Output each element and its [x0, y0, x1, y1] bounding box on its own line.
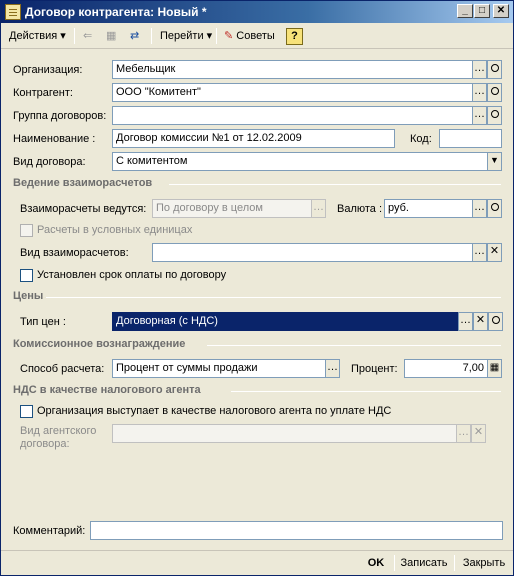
toolbar: Действия ▾ ⇐ ▦ ⇄ Перейти ▾ ✎ Советы ? [1, 24, 513, 49]
calc-method-input[interactable]: Процент от суммы продажи [112, 359, 326, 378]
button-separator [394, 555, 395, 571]
agent-contract-kind-label-line1: Вид агентского [20, 425, 97, 437]
contractor-input[interactable]: ООО "Комитент" [112, 83, 473, 102]
org-label: Организация: [13, 64, 83, 76]
actions-label: Действия [9, 30, 58, 42]
currency-input[interactable]: руб. [384, 199, 473, 218]
form-body: Организация: Мебельщик … Контрагент: ООО… [1, 50, 513, 550]
settlement-kind-select-button[interactable]: … [472, 243, 487, 262]
price-type-search-button[interactable] [488, 312, 503, 331]
chevron-down-icon[interactable]: ▼ [487, 152, 502, 171]
minimize-button[interactable]: _ [457, 4, 473, 18]
toolbar-separator [216, 28, 217, 44]
payment-term-checkbox[interactable] [20, 269, 33, 282]
goto-label: Перейти [160, 30, 204, 42]
org-input[interactable]: Мебельщик [112, 60, 473, 79]
search-icon [491, 316, 500, 324]
toolbar-separator [151, 28, 152, 44]
close-window-button[interactable]: ✕ [493, 4, 509, 18]
search-icon [490, 203, 499, 211]
settlements-conducted-input[interactable]: По договору в целом [152, 199, 312, 218]
conventional-units-checkbox[interactable] [20, 224, 33, 237]
contractor-label: Контрагент: [13, 87, 73, 99]
clear-icon[interactable]: ✕ [473, 312, 488, 331]
button-separator [454, 555, 455, 571]
org-select-button[interactable]: … [472, 60, 487, 79]
comment-input[interactable] [90, 521, 503, 540]
price-type-label: Тип цен : [20, 316, 66, 328]
tips-label: Советы [236, 30, 275, 42]
close-button[interactable]: Закрыть [458, 554, 510, 573]
settlement-kind-label: Вид взаиморасчетов: [20, 247, 129, 259]
goto-menu[interactable]: Перейти ▾ [158, 27, 214, 46]
tips-button[interactable]: ✎ Советы [222, 27, 277, 46]
percent-input[interactable]: 7,00 [404, 359, 488, 378]
currency-search-button[interactable] [487, 199, 502, 218]
maximize-button[interactable]: □ [474, 4, 490, 18]
bottom-bar: OK Записать Закрыть [1, 550, 513, 575]
help-icon[interactable]: ? [286, 28, 303, 45]
payment-term-label: Установлен срок оплаты по договору [37, 269, 227, 281]
ok-button[interactable]: OK [361, 554, 391, 573]
calculator-icon[interactable]: ▦ [487, 359, 502, 378]
back-arrow-icon[interactable]: ⇐ [81, 27, 94, 46]
name-input[interactable]: Договор комиссии №1 от 12.02.2009 [112, 129, 395, 148]
settlements-conducted-select-button[interactable]: … [311, 199, 326, 218]
window-title: Договор контрагента: Новый * [25, 5, 207, 19]
group-select-button[interactable]: … [472, 106, 487, 125]
refresh-icon[interactable]: ⇄ [128, 27, 141, 46]
group-label: Группа договоров: [13, 110, 107, 122]
contract-window: Договор контрагента: Новый * _ □ ✕ Дейст… [0, 0, 514, 576]
clear-icon[interactable]: ✕ [487, 243, 502, 262]
search-icon [490, 87, 499, 95]
calc-method-select-button[interactable]: … [325, 359, 340, 378]
contract-type-select[interactable]: С комитентом [112, 152, 488, 171]
name-label: Наименование : [13, 133, 96, 145]
search-icon [490, 64, 499, 72]
clear-icon[interactable]: ✕ [471, 424, 486, 443]
code-input[interactable] [439, 129, 502, 148]
price-type-input[interactable]: Договорная (с НДС) [112, 312, 459, 331]
settlement-kind-input[interactable] [152, 243, 473, 262]
toolbar-separator [74, 28, 75, 44]
conventional-units-label: Расчеты в условных единицах [37, 224, 193, 236]
agent-contract-kind-select-button[interactable]: … [456, 424, 471, 443]
title-bar: Договор контрагента: Новый * _ □ ✕ [1, 1, 513, 23]
group-search-button[interactable] [487, 106, 502, 125]
settlements-conducted-label: Взаиморасчеты ведутся: [20, 203, 147, 215]
commission-section-title: Комиссионное вознаграждение [13, 338, 186, 350]
calc-method-label: Способ расчета: [20, 363, 105, 375]
section-divider [207, 345, 501, 346]
tax-agent-checkbox[interactable] [20, 405, 33, 418]
contractor-select-button[interactable]: … [472, 83, 487, 102]
code-label: Код: [410, 133, 432, 145]
tax-agent-label: Организация выступает в качестве налогов… [37, 405, 392, 417]
section-divider [46, 297, 501, 298]
actions-menu[interactable]: Действия ▾ [7, 27, 68, 46]
agent-contract-kind-input[interactable] [112, 424, 457, 443]
price-type-select-button[interactable]: … [458, 312, 473, 331]
currency-select-button[interactable]: … [472, 199, 487, 218]
section-divider [231, 391, 501, 392]
percent-label: Процент: [351, 363, 398, 375]
org-search-button[interactable] [487, 60, 502, 79]
section-divider [169, 184, 501, 185]
contract-type-label: Вид договора: [13, 156, 86, 168]
vat-section-title: НДС в качестве налогового агента [13, 384, 201, 396]
tips-icon: ✎ [224, 30, 234, 42]
save-button[interactable]: Записать [397, 554, 451, 573]
document-icon [5, 4, 21, 20]
group-input[interactable] [112, 106, 473, 125]
currency-label: Валюта : [337, 203, 383, 215]
comment-label: Комментарий: [13, 525, 86, 537]
search-icon [490, 110, 499, 118]
agent-contract-kind-label-line2: договора: [20, 438, 70, 450]
contractor-search-button[interactable] [487, 83, 502, 102]
copy-icon[interactable]: ▦ [104, 27, 118, 46]
prices-section-title: Цены [13, 290, 44, 302]
settlements-section-title: Ведение взаиморасчетов [13, 177, 153, 189]
